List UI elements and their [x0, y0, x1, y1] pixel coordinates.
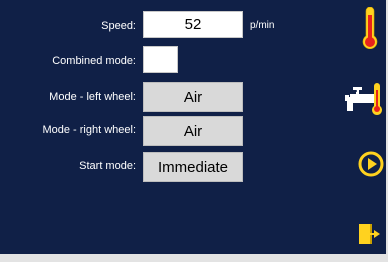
- exit-door-icon[interactable]: [356, 221, 382, 247]
- speed-label: Speed:: [101, 20, 136, 32]
- left-wheel-mode-value: Air: [183, 88, 203, 106]
- speed-unit: p/min: [250, 20, 275, 31]
- thermometer-icon[interactable]: [360, 7, 380, 51]
- settings-panel: Speed: 52 p/min Combined mode: Mode - le…: [0, 0, 386, 254]
- screen-frame: Speed: 52 p/min Combined mode: Mode - le…: [0, 0, 388, 262]
- left-wheel-mode-button[interactable]: Air: [143, 82, 243, 112]
- play-icon[interactable]: [358, 151, 384, 177]
- combined-mode-checkbox[interactable]: [143, 46, 178, 73]
- faucet-thermometer-icon[interactable]: [344, 81, 384, 115]
- right-wheel-mode-button[interactable]: Air: [143, 116, 243, 146]
- left-wheel-label: Mode - left wheel:: [49, 91, 136, 103]
- speed-value: 52: [184, 16, 202, 33]
- combined-mode-label: Combined mode:: [52, 55, 136, 67]
- start-mode-label: Start mode:: [79, 160, 136, 172]
- right-wheel-mode-value: Air: [183, 122, 203, 140]
- right-wheel-label: Mode - right wheel:: [42, 124, 136, 136]
- start-mode-button[interactable]: Immediate: [143, 152, 243, 182]
- start-mode-value: Immediate: [157, 158, 229, 176]
- speed-field[interactable]: 52: [143, 11, 243, 38]
